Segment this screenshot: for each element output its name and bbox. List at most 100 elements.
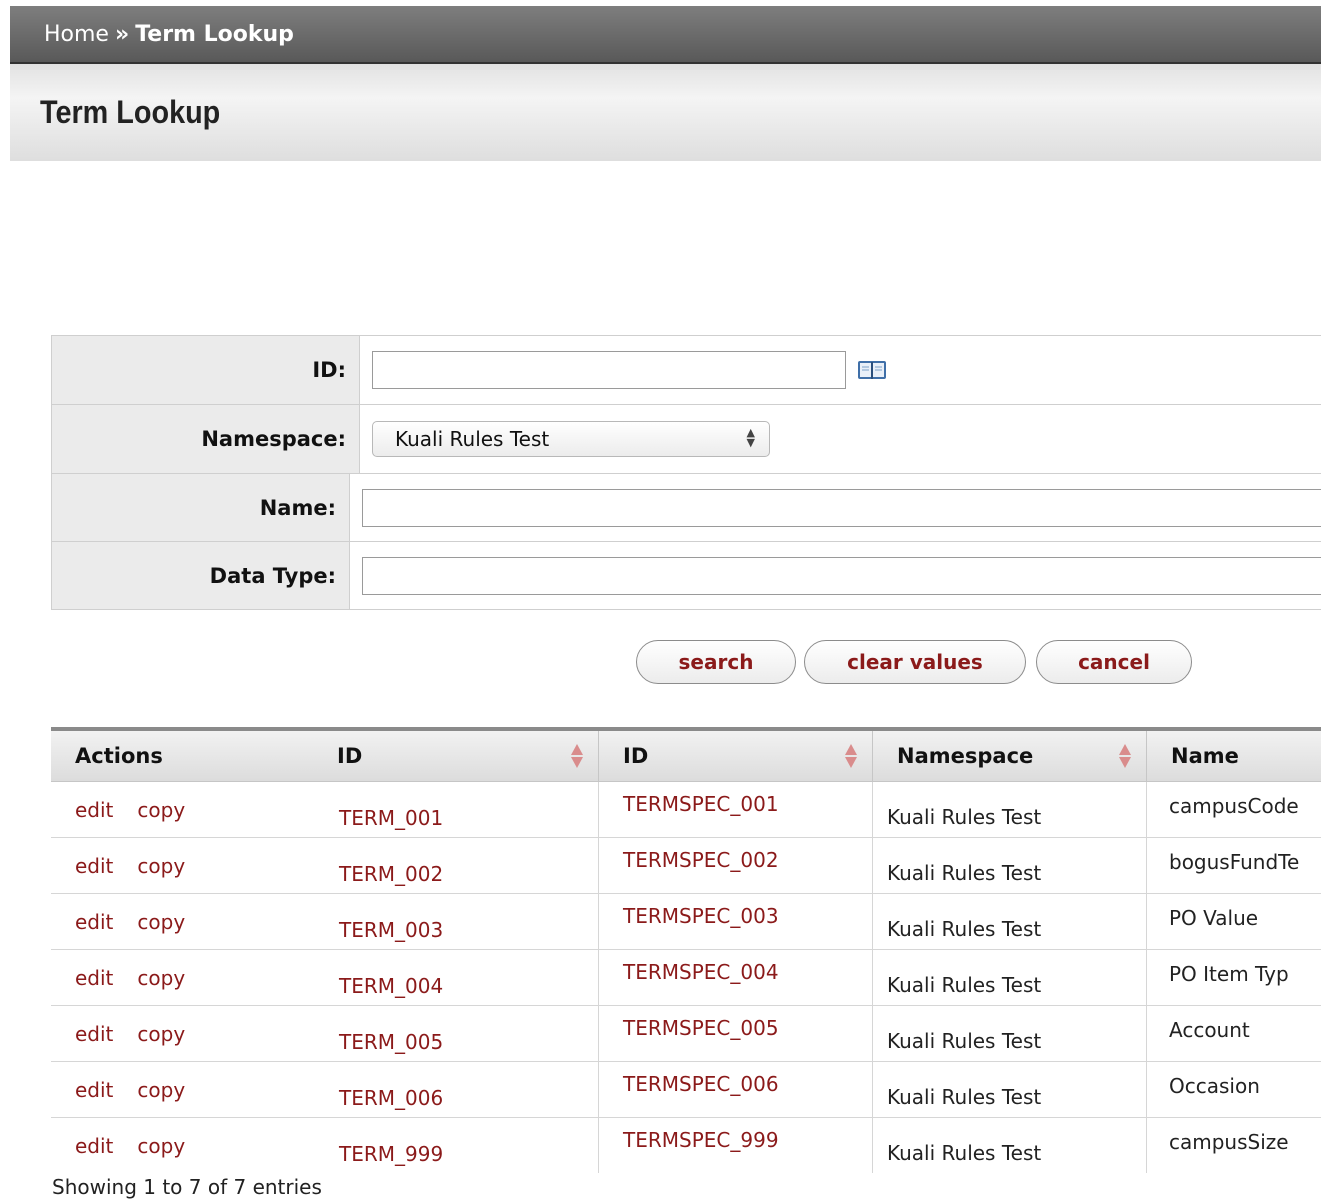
id-cell: TERM_999 (313, 1118, 599, 1173)
term-id-link[interactable]: TERM_003 (339, 918, 443, 942)
sort-arrows-icon[interactable] (844, 743, 858, 769)
term-spec-cell: TERMSPEC_002 (599, 838, 873, 893)
search-button[interactable]: search (636, 640, 796, 684)
term-spec-cell: TERMSPEC_005 (599, 1006, 873, 1061)
page-header: Term Lookup (10, 64, 1321, 161)
sort-arrows-icon[interactable] (1118, 743, 1132, 769)
edit-link[interactable]: edit (75, 1134, 113, 1158)
column-header-id[interactable]: ID (313, 731, 599, 781)
id-value-cell (360, 336, 1321, 404)
name-input[interactable] (362, 488, 1321, 527)
edit-link[interactable]: edit (75, 1078, 113, 1102)
name-cell: Occasion (1169, 1073, 1260, 1098)
term-spec-id-link[interactable]: TERMSPEC_005 (623, 1016, 779, 1040)
term-spec-id-link[interactable]: TERMSPEC_002 (623, 848, 779, 872)
id-cell: TERM_005 (313, 1006, 599, 1061)
criteria-row-name: Name: (52, 474, 1321, 542)
term-id-link[interactable]: TERM_005 (339, 1030, 443, 1054)
column-header-label: ID (623, 744, 649, 768)
results-summary: Showing 1 to 7 of 7 entries (52, 1175, 322, 1199)
namespace-value-cell: Kuali Rules Test ▲ ▼ (360, 405, 1321, 473)
copy-link[interactable]: copy (137, 798, 185, 822)
term-id-link[interactable]: TERM_006 (339, 1086, 443, 1110)
term-id-link[interactable]: TERM_002 (339, 862, 443, 886)
term-spec-id-link[interactable]: TERMSPEC_006 (623, 1072, 779, 1096)
namespace-cell: Kuali Rules Test (873, 1062, 1147, 1117)
column-header-label: Namespace (897, 744, 1034, 768)
actions-cell: edit copy (51, 838, 313, 893)
edit-link[interactable]: edit (75, 910, 113, 934)
id-label: ID: (52, 336, 360, 404)
results-header-row: Actions ID ID Namespace Name (51, 731, 1321, 782)
criteria-row-id: ID: (52, 336, 1321, 405)
name-cell: PO Item Typ (1169, 961, 1289, 986)
copy-link[interactable]: copy (137, 1022, 185, 1046)
id-cell: TERM_003 (313, 894, 599, 949)
name-cell: campusSize (1169, 1129, 1289, 1154)
term-spec-cell: TERMSPEC_001 (599, 782, 873, 837)
actions-cell: edit copy (51, 782, 313, 837)
copy-link[interactable]: copy (137, 1078, 185, 1102)
clear-values-button[interactable]: clear values (804, 640, 1026, 684)
term-id-link[interactable]: TERM_004 (339, 974, 443, 998)
id-cell: TERM_001 (313, 782, 599, 837)
select-arrows-icon: ▲ ▼ (746, 426, 755, 449)
name-value-cell (350, 474, 1321, 541)
term-spec-id-link[interactable]: TERMSPEC_004 (623, 960, 779, 984)
term-spec-id-link[interactable]: TERMSPEC_003 (623, 904, 779, 928)
sort-arrows-icon[interactable] (570, 743, 584, 769)
data-type-value-cell (350, 542, 1321, 609)
data-type-label: Data Type: (52, 542, 350, 609)
actions-cell: edit copy (51, 894, 313, 949)
criteria-row-namespace: Namespace: Kuali Rules Test ▲ ▼ (52, 405, 1321, 474)
namespace-cell: Kuali Rules Test (873, 1006, 1147, 1061)
term-spec-cell: TERMSPEC_999 (599, 1118, 873, 1173)
criteria-row-data-type: Data Type: (52, 542, 1321, 609)
actions-cell: edit copy (51, 1006, 313, 1061)
breadcrumb: Home» Term Lookup (44, 22, 294, 47)
page-title: Term Lookup (40, 94, 221, 130)
edit-link[interactable]: edit (75, 854, 113, 878)
table-row: edit copy TERM_003 TERMSPEC_003 Kuali Rul… (51, 894, 1321, 950)
namespace-cell: Kuali Rules Test (873, 1118, 1147, 1173)
term-id-link[interactable]: TERM_999 (339, 1142, 443, 1166)
id-input[interactable] (372, 351, 846, 389)
namespace-cell: Kuali Rules Test (873, 894, 1147, 949)
results-body: edit copy TERM_001 TERMSPEC_001 Kuali Rul… (51, 782, 1321, 1173)
namespace-cell: Kuali Rules Test (873, 950, 1147, 1005)
column-header-name[interactable]: Name (1147, 731, 1321, 781)
namespace-select[interactable]: Kuali Rules Test ▲ ▼ (372, 421, 770, 457)
breadcrumb-home-link[interactable]: Home (44, 22, 109, 47)
term-spec-id-link[interactable]: TERMSPEC_001 (623, 792, 779, 816)
column-header-actions: Actions (51, 731, 313, 781)
namespace-cell: Kuali Rules Test (873, 838, 1147, 893)
data-type-input[interactable] (362, 556, 1321, 595)
table-row: edit copy TERM_999 TERMSPEC_999 Kuali Rul… (51, 1118, 1321, 1173)
name-label: Name: (52, 474, 350, 541)
column-header-label: Actions (75, 744, 163, 768)
top-navigation-bar: Home» Term Lookup (10, 6, 1321, 64)
edit-link[interactable]: edit (75, 966, 113, 990)
edit-link[interactable]: edit (75, 798, 113, 822)
column-header-term-spec-id[interactable]: ID (599, 731, 873, 781)
cancel-button[interactable]: cancel (1036, 640, 1192, 684)
breadcrumb-separator: » (114, 22, 130, 47)
column-header-namespace[interactable]: Namespace (873, 731, 1147, 781)
actions-cell: edit copy (51, 1118, 313, 1173)
term-spec-id-link[interactable]: TERMSPEC_999 (623, 1128, 779, 1152)
book-lookup-icon[interactable] (856, 358, 888, 382)
table-row: edit copy TERM_005 TERMSPEC_005 Kuali Rul… (51, 1006, 1321, 1062)
copy-link[interactable]: copy (137, 854, 185, 878)
term-id-link[interactable]: TERM_001 (339, 806, 443, 830)
edit-link[interactable]: edit (75, 1022, 113, 1046)
term-spec-cell: TERMSPEC_006 (599, 1062, 873, 1117)
copy-link[interactable]: copy (137, 910, 185, 934)
id-cell: TERM_002 (313, 838, 599, 893)
copy-link[interactable]: copy (137, 1134, 185, 1158)
id-cell: TERM_004 (313, 950, 599, 1005)
table-row: edit copy TERM_004 TERMSPEC_004 Kuali Rul… (51, 950, 1321, 1006)
table-row: edit copy TERM_006 TERMSPEC_006 Kuali Rul… (51, 1062, 1321, 1118)
copy-link[interactable]: copy (137, 966, 185, 990)
term-spec-cell: TERMSPEC_004 (599, 950, 873, 1005)
results-table: Actions ID ID Namespace Name edit copy TE… (51, 727, 1321, 1173)
